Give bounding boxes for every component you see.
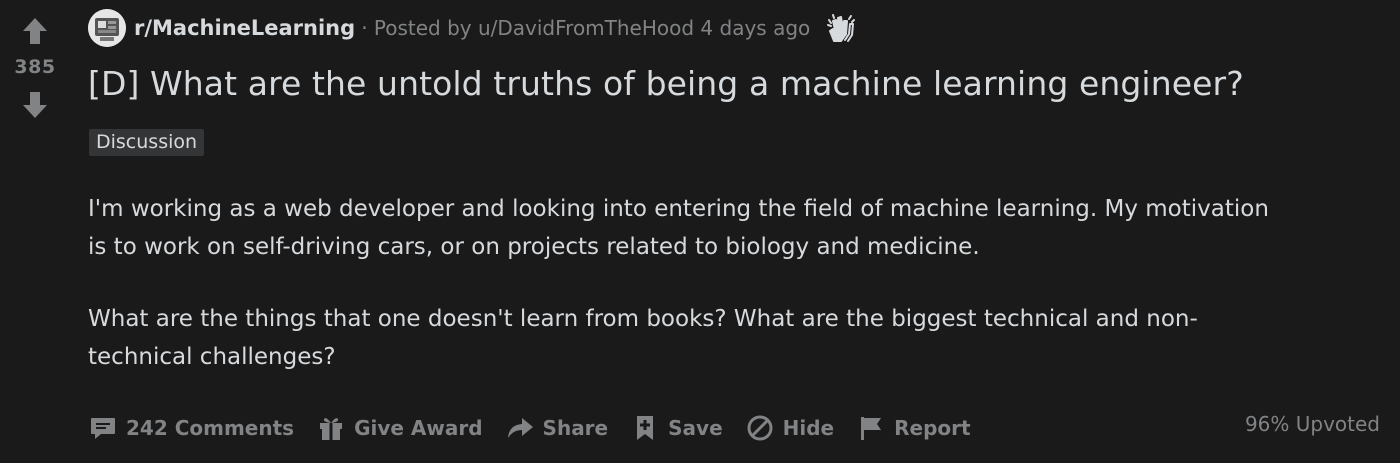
post-flair[interactable]: Discussion [89, 129, 205, 156]
give-award-button[interactable]: Give Award [316, 413, 483, 443]
share-arrow-icon [505, 413, 535, 443]
upvote-button[interactable] [19, 15, 51, 47]
share-label: Share [542, 416, 609, 440]
gift-icon [316, 413, 346, 443]
arrow-down-icon [23, 92, 47, 118]
post-card: 385 r/MachineLearning · Posted by u/Davi… [0, 0, 1400, 463]
downvote-button[interactable] [19, 89, 51, 121]
comments-label: 242 Comments [126, 416, 295, 440]
post-title[interactable]: [D] What are the untold truths of being … [88, 64, 1244, 103]
body-paragraph: I'm working as a web developer and looki… [88, 196, 1269, 260]
post-body: I'm working as a web developer and looki… [88, 190, 1388, 410]
comments-button[interactable]: 242 Comments [88, 413, 294, 443]
post-actions: 242 Comments Give Award Share Save Hide … [88, 406, 993, 450]
share-button[interactable]: Share [505, 413, 609, 443]
hide-label: Hide [782, 416, 835, 440]
hide-circle-slash-icon [745, 413, 775, 443]
subreddit-link[interactable]: r/MachineLearning [134, 16, 355, 40]
vote-column: 385 [0, 0, 70, 463]
meta-separator: · [361, 16, 368, 40]
posted-by[interactable]: Posted by u/DavidFromTheHood 4 days ago [374, 16, 810, 40]
save-label: Save [668, 416, 723, 440]
arrow-up-icon [23, 18, 47, 44]
flag-icon [856, 413, 886, 443]
give-award-label: Give Award [354, 416, 483, 440]
save-button[interactable]: Save [630, 413, 723, 443]
comment-bubble-icon [88, 413, 118, 443]
body-paragraph: What are the things that one doesn't lea… [88, 306, 1198, 370]
report-label: Report [894, 416, 971, 440]
upvote-ratio: 96% Upvoted [1244, 412, 1380, 436]
bookmark-plus-icon [630, 413, 660, 443]
report-button[interactable]: Report [856, 413, 971, 443]
subreddit-avatar[interactable] [88, 9, 126, 47]
clapping-hands-icon[interactable] [824, 11, 858, 45]
hide-button[interactable]: Hide [745, 413, 834, 443]
vote-count: 385 [14, 56, 56, 78]
post-meta: r/MachineLearning · Posted by u/DavidFro… [88, 8, 858, 48]
